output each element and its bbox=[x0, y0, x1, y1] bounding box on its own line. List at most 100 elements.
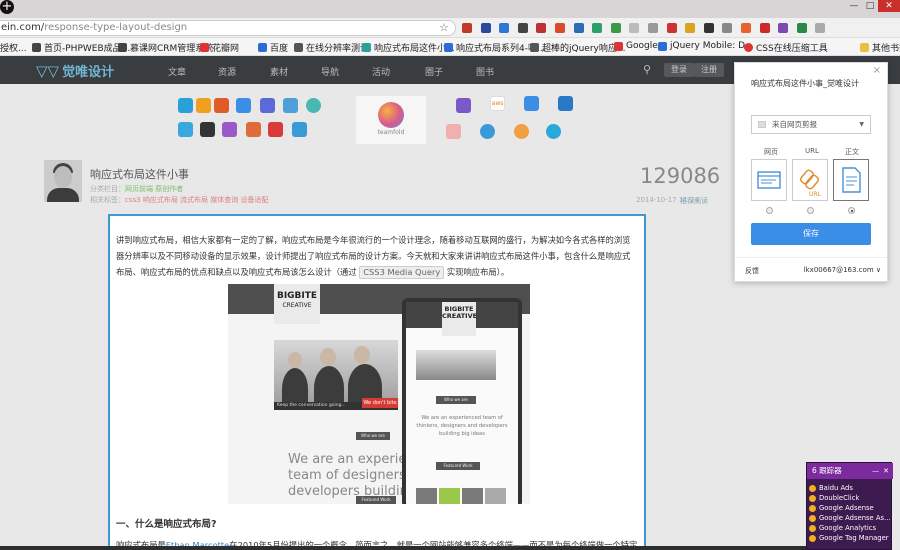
webpage-icon bbox=[757, 171, 781, 189]
tracker-item[interactable]: Google Adsense As... bbox=[809, 514, 891, 522]
clip-url-option[interactable]: URL bbox=[792, 159, 828, 201]
share-icon[interactable] bbox=[268, 122, 283, 137]
menu-icon[interactable] bbox=[815, 23, 826, 33]
section-heading: 一、什么是响应式布局? bbox=[116, 519, 217, 530]
bookmark-icon bbox=[294, 43, 303, 52]
share-icon[interactable] bbox=[196, 98, 211, 113]
extension-icon[interactable] bbox=[536, 23, 547, 33]
other-bookmarks[interactable]: 其他书签 bbox=[860, 41, 900, 54]
extension-icon[interactable] bbox=[759, 23, 770, 33]
clip-title[interactable]: 响应式布局这件小事_觉唯设计 bbox=[751, 78, 859, 89]
close-icon[interactable]: × bbox=[873, 65, 881, 76]
share-icon[interactable] bbox=[306, 98, 321, 113]
extension-icon[interactable] bbox=[703, 23, 714, 33]
nav-link[interactable]: 素材 bbox=[270, 65, 288, 78]
featured-app-icon[interactable]: teamfold bbox=[356, 96, 426, 144]
bookmark-item[interactable]: 花瓣网 bbox=[200, 41, 239, 54]
share-icon[interactable] bbox=[524, 96, 539, 111]
close-window-button[interactable]: ✕ bbox=[878, 0, 900, 12]
extension-icon[interactable] bbox=[685, 23, 696, 33]
share-icon[interactable] bbox=[214, 98, 229, 113]
extension-icon[interactable] bbox=[499, 23, 510, 33]
nav-link[interactable]: 圈子 bbox=[425, 65, 443, 78]
share-icon[interactable] bbox=[446, 124, 461, 139]
maximize-button[interactable]: □ bbox=[862, 0, 878, 12]
bookmark-item[interactable]: 百度 bbox=[258, 41, 288, 54]
nav-link[interactable]: 文章 bbox=[168, 65, 186, 78]
share-icon[interactable] bbox=[456, 98, 471, 113]
bigbite-logo: BIGBITE CREATIVE bbox=[274, 284, 320, 324]
bookmark-item[interactable]: 在线分辨率测试 bbox=[294, 41, 369, 54]
search-icon[interactable]: ⚲ bbox=[643, 63, 651, 76]
login-button[interactable]: 登录 bbox=[664, 63, 694, 77]
tracker-item[interactable]: Google Adsense bbox=[809, 504, 874, 512]
article-radio[interactable] bbox=[848, 207, 855, 214]
share-icon[interactable] bbox=[546, 124, 561, 139]
tracker-item[interactable]: DoubleClick bbox=[809, 494, 859, 502]
author-avatar[interactable] bbox=[44, 160, 82, 202]
dialog-footer: 反馈 lkx00667@163.com ∨ bbox=[735, 257, 887, 281]
extension-icon[interactable] bbox=[573, 23, 584, 33]
article-intro: 讲到响应式布局，相信大家都有一定的了解，响应式布局是今年很流行的一个设计理念，随… bbox=[116, 235, 631, 279]
feedback-link[interactable]: 反馈 bbox=[745, 266, 759, 276]
share-icon[interactable] bbox=[178, 98, 193, 113]
bookmark-item[interactable]: 授权... bbox=[0, 41, 27, 54]
extension-icon[interactable] bbox=[647, 23, 658, 33]
share-icon[interactable] bbox=[260, 98, 275, 113]
share-icon[interactable] bbox=[283, 98, 298, 113]
share-icon[interactable] bbox=[246, 122, 261, 137]
save-button[interactable]: 保存 bbox=[751, 223, 871, 245]
close-icon[interactable]: ✕ bbox=[883, 463, 889, 479]
aws-icon[interactable]: aws bbox=[490, 96, 505, 111]
address-bar[interactable]: ein.com/response-type-layout-design ☆ bbox=[0, 20, 456, 36]
minimize-icon[interactable]: — bbox=[872, 463, 879, 479]
share-icon[interactable] bbox=[558, 96, 573, 111]
minimize-button[interactable]: — bbox=[846, 0, 862, 12]
url-radio[interactable] bbox=[807, 207, 814, 214]
nav-link[interactable]: 导航 bbox=[321, 65, 339, 78]
nav-link[interactable]: 活动 bbox=[372, 65, 390, 78]
bookmark-item[interactable]: 响应式布局这件小... bbox=[362, 41, 455, 54]
register-button[interactable]: 注册 bbox=[694, 63, 724, 77]
extension-icon[interactable] bbox=[666, 23, 677, 33]
dribbble-icon[interactable] bbox=[222, 122, 237, 137]
extension-icon[interactable] bbox=[517, 23, 528, 33]
extension-icon[interactable] bbox=[610, 23, 621, 33]
extension-icon[interactable] bbox=[722, 23, 733, 33]
bookmark-item[interactable]: 首页-PHPWEB成品... bbox=[32, 41, 130, 54]
github-icon[interactable] bbox=[200, 122, 215, 137]
bookmark-star-icon[interactable]: ☆ bbox=[439, 21, 449, 35]
extension-icon[interactable] bbox=[592, 23, 603, 33]
extension-icon[interactable] bbox=[480, 23, 491, 33]
new-tab-button[interactable]: + bbox=[0, 0, 14, 14]
nav-link[interactable]: 资源 bbox=[218, 65, 236, 78]
bookmark-icon bbox=[444, 43, 453, 52]
notebook-select[interactable]: 来自网页剪报 ▼ bbox=[751, 115, 871, 134]
extension-icon[interactable] bbox=[778, 23, 789, 33]
tracker-icon bbox=[809, 484, 816, 492]
clip-webpage-option[interactable] bbox=[751, 159, 787, 201]
site-logo[interactable]: ▽▽ 觉唯设计 bbox=[36, 61, 114, 81]
extension-icon[interactable] bbox=[629, 23, 640, 33]
share-icon[interactable] bbox=[514, 124, 529, 139]
clip-article-option[interactable] bbox=[833, 159, 869, 201]
extension-icon[interactable] bbox=[462, 23, 472, 33]
extension-icon[interactable] bbox=[554, 23, 565, 33]
bookmark-item[interactable]: CSS在线压缩工具 bbox=[744, 41, 828, 54]
tracker-item[interactable]: Google Tag Manager bbox=[809, 534, 889, 542]
bookmark-item[interactable]: jQuery Mobile: D... bbox=[658, 41, 754, 51]
share-icon[interactable] bbox=[236, 98, 251, 113]
extension-icon[interactable] bbox=[796, 23, 807, 33]
recommend-link[interactable]: 推荐阅读 bbox=[680, 196, 708, 206]
tracker-item[interactable]: Baidu Ads bbox=[809, 484, 853, 492]
tracker-item[interactable]: Google Analytics bbox=[809, 524, 876, 532]
webpage-radio[interactable] bbox=[766, 207, 773, 214]
bookmark-item[interactable]: 超棒的jQuery响应... bbox=[530, 41, 625, 54]
nav-link[interactable]: 图书 bbox=[476, 65, 494, 78]
share-icon[interactable] bbox=[480, 124, 495, 139]
extension-icon[interactable] bbox=[740, 23, 751, 33]
account-menu[interactable]: lkx00667@163.com ∨ bbox=[804, 266, 881, 274]
bookmark-item[interactable]: Google bbox=[614, 41, 658, 51]
share-icon[interactable] bbox=[292, 122, 307, 137]
twitter-icon[interactable] bbox=[178, 122, 193, 137]
